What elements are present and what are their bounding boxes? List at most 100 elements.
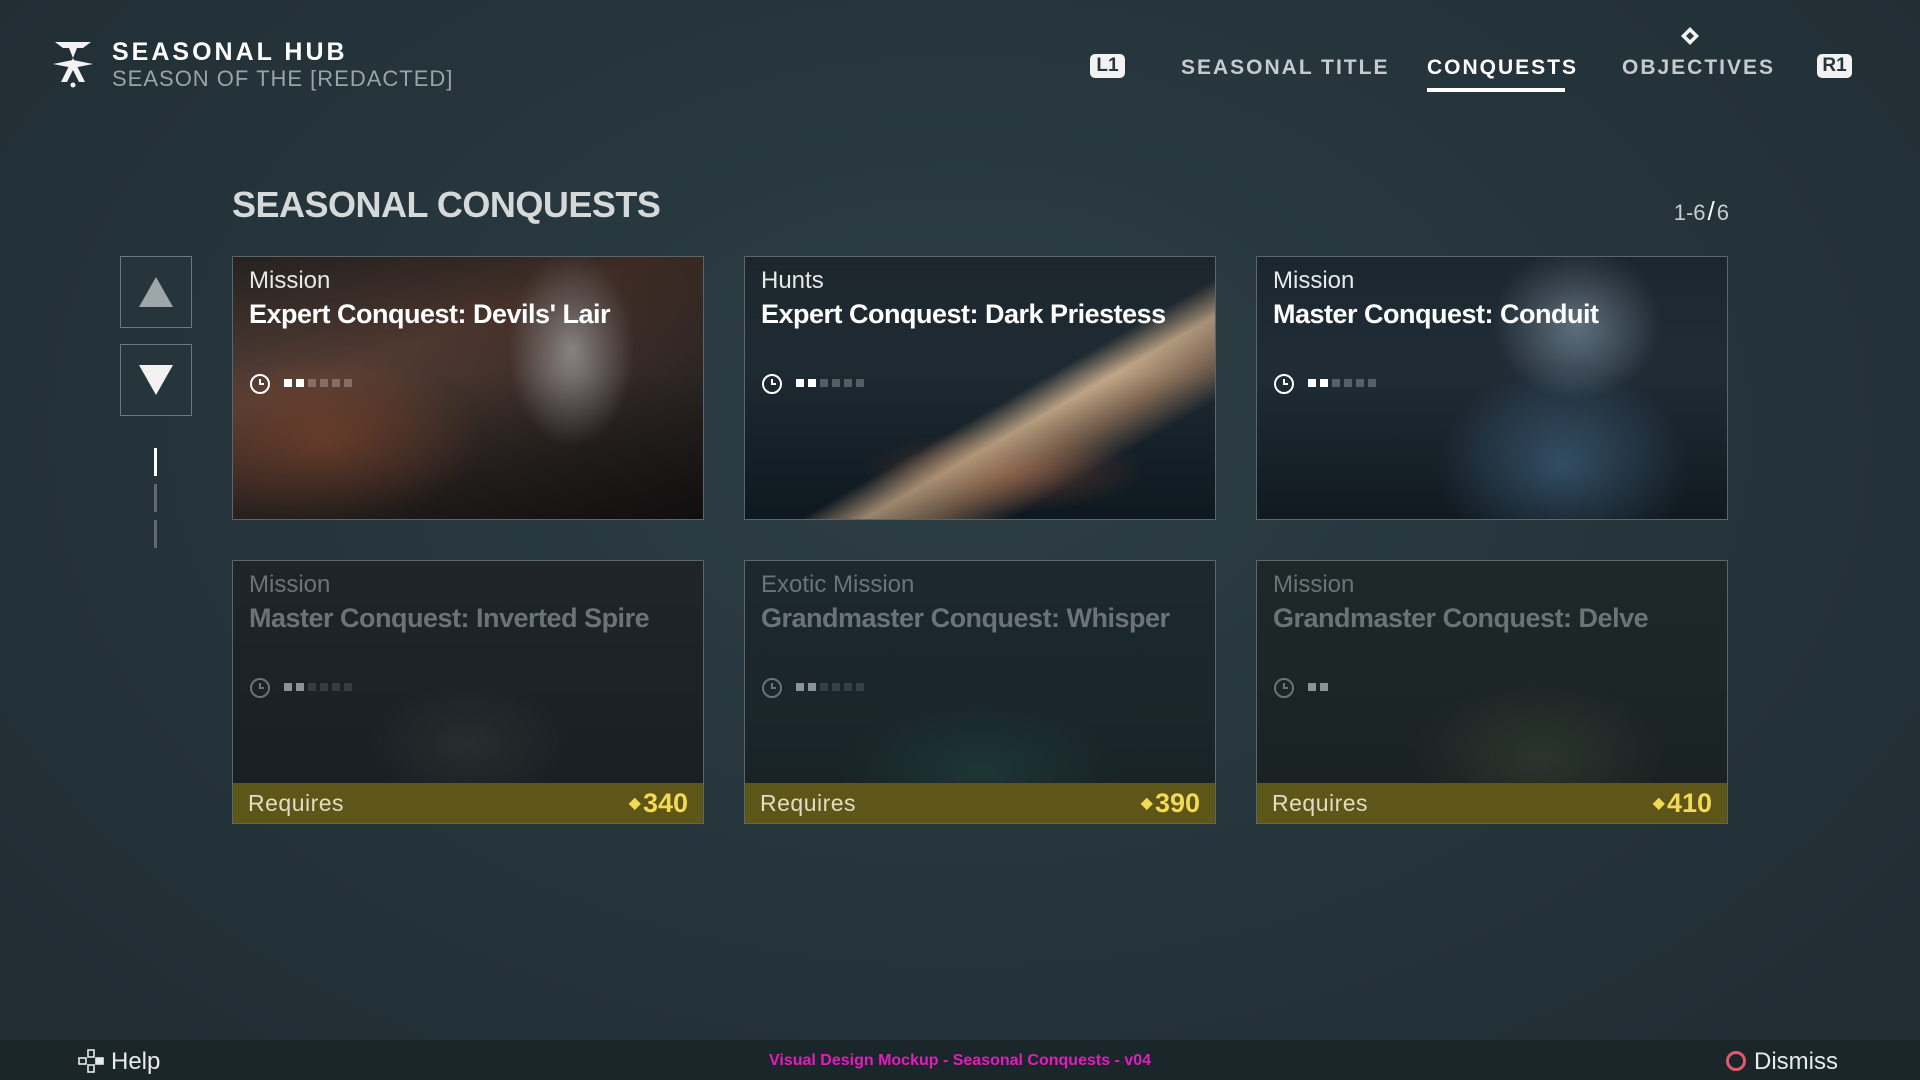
card-title: Expert Conquest: Devils' Lair: [249, 299, 611, 329]
progress-pip: [320, 379, 328, 387]
page-indicator-3[interactable]: [154, 520, 157, 548]
progress-pip: [1308, 683, 1316, 691]
card-title: Grandmaster Conquest: Whisper: [761, 603, 1170, 633]
footer-bar: Help Visual Design Mockup - Seasonal Con…: [0, 1040, 1920, 1080]
triangle-up-icon: [139, 277, 173, 307]
progress-pip: [820, 683, 828, 691]
progress-pip: [284, 379, 292, 387]
power-requirement-bar: Requires ◆340: [233, 783, 703, 823]
progress-pip: [332, 683, 340, 691]
page-range: 1-6: [1673, 200, 1706, 225]
conquest-card-inverted-spire[interactable]: Mission Master Conquest: Inverted Spire …: [232, 560, 704, 824]
pagination-counter: 1-6/6: [1674, 196, 1729, 227]
power-requirement-bar: Requires ◆410: [1257, 783, 1727, 823]
tab-seasonal-title[interactable]: SEASONAL TITLE: [1181, 56, 1389, 80]
seasonal-emblem-icon: [53, 42, 93, 88]
circle-button-icon[interactable]: [1726, 1051, 1746, 1071]
objective-marker-icon: [1681, 27, 1699, 45]
progress-pip: [856, 683, 864, 691]
progress-pip: [296, 683, 304, 691]
progress-pip: [1356, 379, 1364, 387]
progress-pip: [1332, 379, 1340, 387]
progress-pip: [856, 379, 864, 387]
power-requirement-bar: Requires ◆390: [745, 783, 1215, 823]
clock-icon: [250, 678, 270, 698]
progress-pip: [308, 379, 316, 387]
card-title: Master Conquest: Inverted Spire: [249, 603, 650, 633]
progress-pip: [808, 683, 816, 691]
tab-objectives[interactable]: OBJECTIVES: [1622, 56, 1775, 80]
required-power-value: ◆390: [1140, 787, 1200, 818]
progress-pips: [1308, 683, 1328, 691]
progress-pip: [844, 683, 852, 691]
progress-pip: [796, 379, 804, 387]
hub-title: SEASONAL HUB: [112, 38, 348, 66]
card-category: Exotic Mission: [761, 571, 915, 598]
required-power-value: ◆340: [628, 787, 688, 818]
conquest-card-whisper[interactable]: Exotic Mission Grandmaster Conquest: Whi…: [744, 560, 1216, 824]
progress-pip: [320, 683, 328, 691]
season-name: SEASON OF THE [REDACTED]: [112, 66, 454, 91]
required-power-value: ◆410: [1652, 787, 1712, 818]
progress-pip: [1320, 379, 1328, 387]
power-level-icon: ◆: [628, 794, 641, 812]
card-category: Hunts: [761, 267, 824, 294]
progress-pip: [1320, 683, 1328, 691]
card-category: Mission: [1273, 267, 1355, 294]
progress-pip: [820, 379, 828, 387]
clock-icon: [1274, 678, 1294, 698]
progress-pips: [796, 683, 864, 691]
page-separator: /: [1707, 196, 1715, 226]
conquest-card-delve[interactable]: Mission Grandmaster Conquest: Delve Requ…: [1256, 560, 1728, 824]
triangle-down-icon: [139, 365, 173, 395]
power-level-icon: ◆: [1652, 794, 1665, 812]
conquest-card-dark-priestess[interactable]: Hunts Expert Conquest: Dark Priestess: [744, 256, 1216, 520]
progress-pip: [832, 379, 840, 387]
requires-label: Requires: [760, 789, 857, 816]
progress-pip: [1368, 379, 1376, 387]
card-category: Mission: [249, 571, 331, 598]
progress-pip: [844, 379, 852, 387]
progress-pip: [808, 379, 816, 387]
seasonal-hub-screen: SEASONAL HUB SEASON OF THE [REDACTED] L1…: [0, 0, 1920, 1080]
dismiss-button[interactable]: Dismiss: [1754, 1048, 1838, 1076]
section-title: SEASONAL CONQUESTS: [232, 184, 661, 225]
progress-pip: [296, 379, 304, 387]
scroll-down-button[interactable]: [120, 344, 192, 416]
card-title: Grandmaster Conquest: Delve: [1273, 603, 1649, 633]
tab-conquests[interactable]: CONQUESTS: [1427, 56, 1578, 80]
requires-label: Requires: [1272, 789, 1369, 816]
next-tab-button[interactable]: R1: [1817, 54, 1852, 78]
progress-pip: [308, 683, 316, 691]
card-title: Expert Conquest: Dark Priestess: [761, 299, 1166, 329]
card-category: Mission: [249, 267, 331, 294]
page-indicator-2[interactable]: [154, 484, 157, 512]
requires-label: Requires: [248, 789, 345, 816]
conquest-card-conduit[interactable]: Mission Master Conquest: Conduit: [1256, 256, 1728, 520]
progress-pip: [1308, 379, 1316, 387]
clock-icon: [762, 374, 782, 394]
active-tab-underline: [1427, 88, 1565, 92]
progress-pip: [332, 379, 340, 387]
prev-tab-button[interactable]: L1: [1090, 54, 1125, 78]
clock-icon: [762, 678, 782, 698]
scroll-up-button[interactable]: [120, 256, 192, 328]
progress-pip: [344, 379, 352, 387]
clock-icon: [1274, 374, 1294, 394]
progress-pips: [284, 683, 352, 691]
page-total: 6: [1716, 200, 1729, 225]
conquest-card-devils-lair[interactable]: Mission Expert Conquest: Devils' Lair: [232, 256, 704, 520]
progress-pip: [344, 683, 352, 691]
progress-pips: [796, 379, 864, 387]
progress-pip: [832, 683, 840, 691]
mockup-version-note: Visual Design Mockup - Seasonal Conquest…: [768, 1052, 1152, 1069]
page-indicator-1[interactable]: [154, 448, 157, 476]
card-category: Mission: [1273, 571, 1355, 598]
progress-pip: [796, 683, 804, 691]
progress-pips: [284, 379, 352, 387]
progress-pips: [1308, 379, 1376, 387]
card-title: Master Conquest: Conduit: [1273, 299, 1599, 329]
power-level-icon: ◆: [1140, 794, 1153, 812]
clock-icon: [250, 374, 270, 394]
progress-pip: [1344, 379, 1352, 387]
